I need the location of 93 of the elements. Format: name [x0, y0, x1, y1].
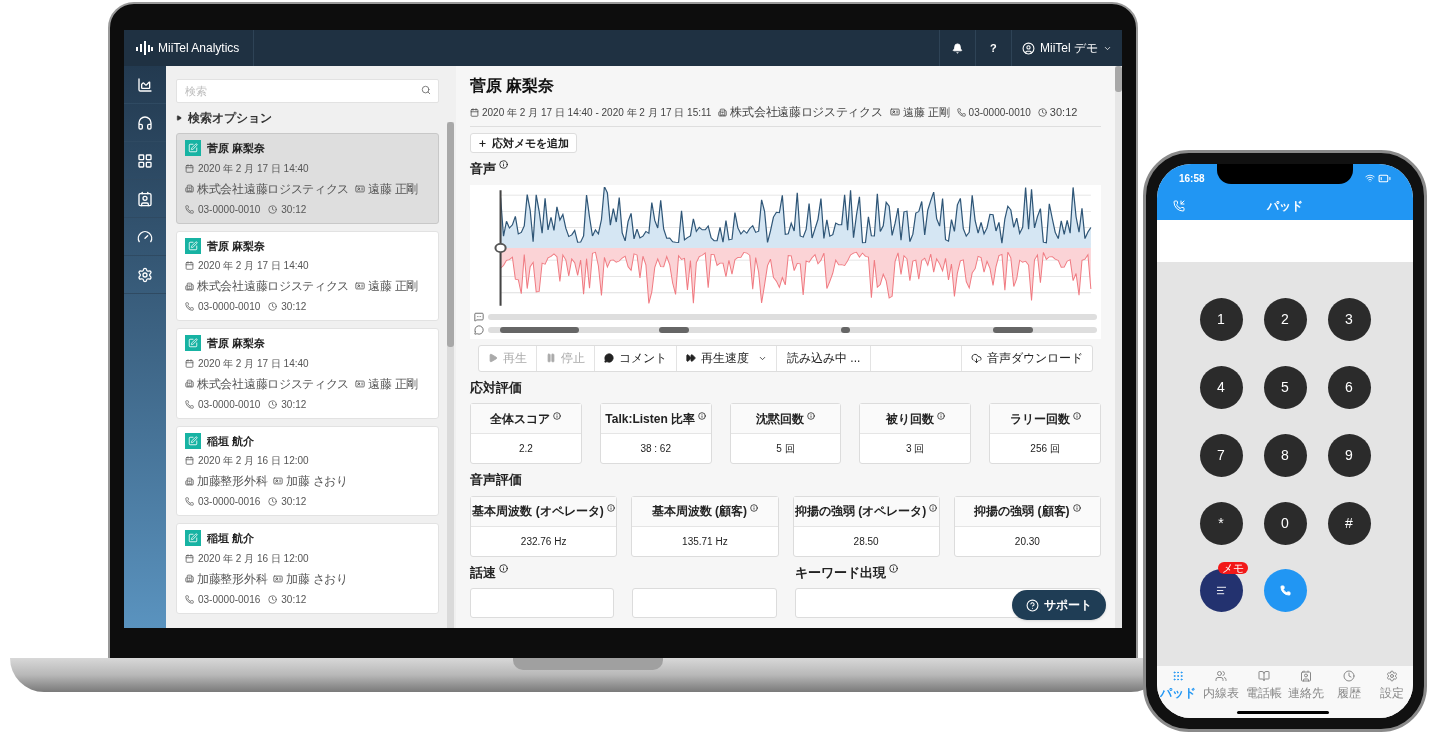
contact-name: 遠藤 正剛	[368, 375, 418, 393]
metric-value: 232.76 Hz	[520, 534, 567, 549]
dial-key[interactable]: 8	[1263, 434, 1307, 477]
metric-value: 2.2	[518, 442, 533, 456]
tab-bar-item[interactable]: 履歴	[1327, 670, 1371, 708]
contact-name: 加藤 さおり	[286, 570, 348, 588]
metric-value: 28.50	[853, 534, 879, 549]
metric-label: 基本周波数 (オペレータ)	[472, 503, 604, 520]
call-duration: 30:12	[281, 495, 307, 509]
phone-number: 03-0000-0010	[968, 105, 1031, 120]
call-card[interactable]: 稲垣 航介 2020 年 2 月 16 日 12:00 加藤整形外科 加藤 さおり 03-0000-0016 30:12	[176, 425, 439, 516]
company-name: 加藤整形外科	[197, 570, 268, 588]
metric-label: 基本周波数 (顧客)	[651, 503, 748, 520]
support-button[interactable]: サポート	[1012, 590, 1106, 620]
dial-key[interactable]: 1	[1199, 298, 1243, 341]
call-card[interactable]: 菅原 麻梨奈 2020 年 2 月 17 日 14:40 株式会社遠藤ロジスティクス 遠藤 正剛 03-0000-0010 30:12	[176, 230, 439, 321]
metric-label: 沈黙回数	[756, 410, 804, 428]
search-options-toggle[interactable]: 検索オプション	[176, 109, 439, 127]
dial-key[interactable]: 7	[1199, 434, 1243, 477]
tab-bar-item[interactable]: 連絡先	[1285, 670, 1328, 708]
player-button[interactable]: 音声ダウンロード	[961, 345, 1092, 371]
status-time: 16:58	[1179, 171, 1205, 186]
player-button[interactable]: コメント	[595, 345, 677, 371]
metric-value: 135.71 Hz	[682, 534, 728, 549]
call-duration: 30:12	[281, 592, 307, 607]
dial-key[interactable]: 6	[1327, 366, 1371, 409]
metric-label: 全体スコア	[490, 410, 551, 428]
metric-label: ラリー回数	[1009, 410, 1070, 428]
dial-key[interactable]: 4	[1199, 366, 1243, 409]
section-heading: キーワード出現	[794, 563, 886, 582]
call-name: 菅原 麻梨奈	[207, 238, 266, 254]
metric-label: 被り回数	[885, 410, 934, 428]
call-date: 2020 年 2 月 16 日 12:00	[198, 551, 309, 566]
call-card[interactable]: 菅原 麻梨奈 2020 年 2 月 17 日 14:40 株式会社遠藤ロジスティクス 遠藤 正剛 03-0000-0010 30:12	[176, 133, 439, 224]
call-name: 稲垣 航介	[207, 531, 255, 546]
loading-status: 読み込み中 ...	[787, 350, 861, 367]
tab-bar-item[interactable]: 設定	[1370, 670, 1413, 708]
section-heading: 応対評価	[470, 378, 522, 397]
dial-key[interactable]: #	[1327, 502, 1371, 545]
section-heading: 音声評価	[470, 471, 522, 489]
section-heading: 音声	[470, 160, 496, 178]
memo-badge: メモ	[1217, 562, 1248, 574]
call-name: 菅原 麻梨奈	[207, 141, 266, 156]
call-date: 2020 年 2 月 17 日 14:40	[198, 259, 309, 273]
dial-key[interactable]: 0	[1263, 502, 1307, 545]
tab-bar-item[interactable]: 内線表	[1199, 670, 1243, 708]
phone-number: 03-0000-0010	[198, 397, 261, 412]
company-name: 加藤整形外科	[197, 473, 268, 490]
section-heading: 話速	[470, 563, 496, 582]
player-button[interactable]: 再生速度	[677, 345, 777, 371]
call-date: 2020 年 2 月 17 日 14:40	[198, 161, 309, 176]
company-name: 株式会社遠藤ロジスティクス	[730, 104, 883, 121]
call-card[interactable]: 稲垣 航介 2020 年 2 月 16 日 12:00 加藤整形外科 加藤 さおり 03-0000-0016 30:12	[176, 523, 439, 614]
company-name: 株式会社遠藤ロジスティクス	[197, 375, 350, 393]
metric-value: 20.30	[1014, 534, 1040, 549]
call-date: 2020 年 2 月 16 日 12:00	[198, 454, 309, 468]
metric-label: 抑揚の強弱 (オペレータ)	[794, 503, 927, 520]
call-name: 菅原 麻梨奈	[207, 336, 266, 351]
metric-value: 38 : 62	[640, 442, 671, 456]
metric-value: 256 回	[1030, 442, 1060, 456]
call-period: 2020 年 2 月 17 日 14:40 - 2020 年 2 月 17 日 15:11	[482, 105, 712, 120]
contact-name: 遠藤 正剛	[368, 180, 418, 198]
call-duration: 30:12	[281, 202, 307, 217]
phone-number: 03-0000-0010	[198, 300, 261, 314]
dial-key[interactable]: 3	[1327, 298, 1371, 341]
app-logo: MiiTel Analytics	[158, 40, 240, 57]
call-duration: 30:12	[1049, 104, 1078, 120]
phone-number: 03-0000-0016	[198, 495, 261, 509]
call-name: 稲垣 航介	[207, 433, 255, 449]
dial-key[interactable]: 5	[1263, 366, 1307, 409]
tab-bar-item[interactable]: 電話帳	[1242, 670, 1285, 708]
phone-number: 03-0000-0010	[198, 202, 261, 217]
add-memo-button[interactable]: 応対メモを追加	[470, 133, 577, 153]
phone-number: 03-0000-0016	[198, 592, 261, 607]
contact-name: 遠藤 正剛	[368, 278, 418, 295]
metric-label: Talk:Listen 比率	[605, 410, 696, 428]
call-duration: 30:12	[281, 397, 307, 412]
dial-key[interactable]: *	[1199, 502, 1243, 545]
metric-value: 5 回	[776, 442, 795, 456]
company-name: 株式会社遠藤ロジスティクス	[197, 278, 350, 295]
metric-label: 抑揚の強弱 (顧客)	[974, 503, 1070, 520]
dial-key[interactable]: 2	[1263, 298, 1307, 341]
contact-name: 遠藤 正剛	[902, 104, 950, 120]
search-field[interactable]: 検索	[176, 79, 439, 103]
dial-key[interactable]: 9	[1327, 434, 1371, 477]
call-duration: 30:12	[281, 300, 307, 314]
metric-value: 3 回	[906, 442, 925, 456]
call-card[interactable]: 菅原 麻梨奈 2020 年 2 月 17 日 14:40 株式会社遠藤ロジスティクス 遠藤 正剛 03-0000-0010 30:12	[176, 328, 439, 419]
call-date: 2020 年 2 月 17 日 14:40	[198, 356, 309, 371]
screen-title: パッド	[1267, 198, 1303, 215]
company-name: 株式会社遠藤ロジスティクス	[197, 180, 350, 198]
call-title: 菅原 麻梨奈	[470, 76, 556, 96]
contact-name: 加藤 さおり	[286, 473, 348, 490]
